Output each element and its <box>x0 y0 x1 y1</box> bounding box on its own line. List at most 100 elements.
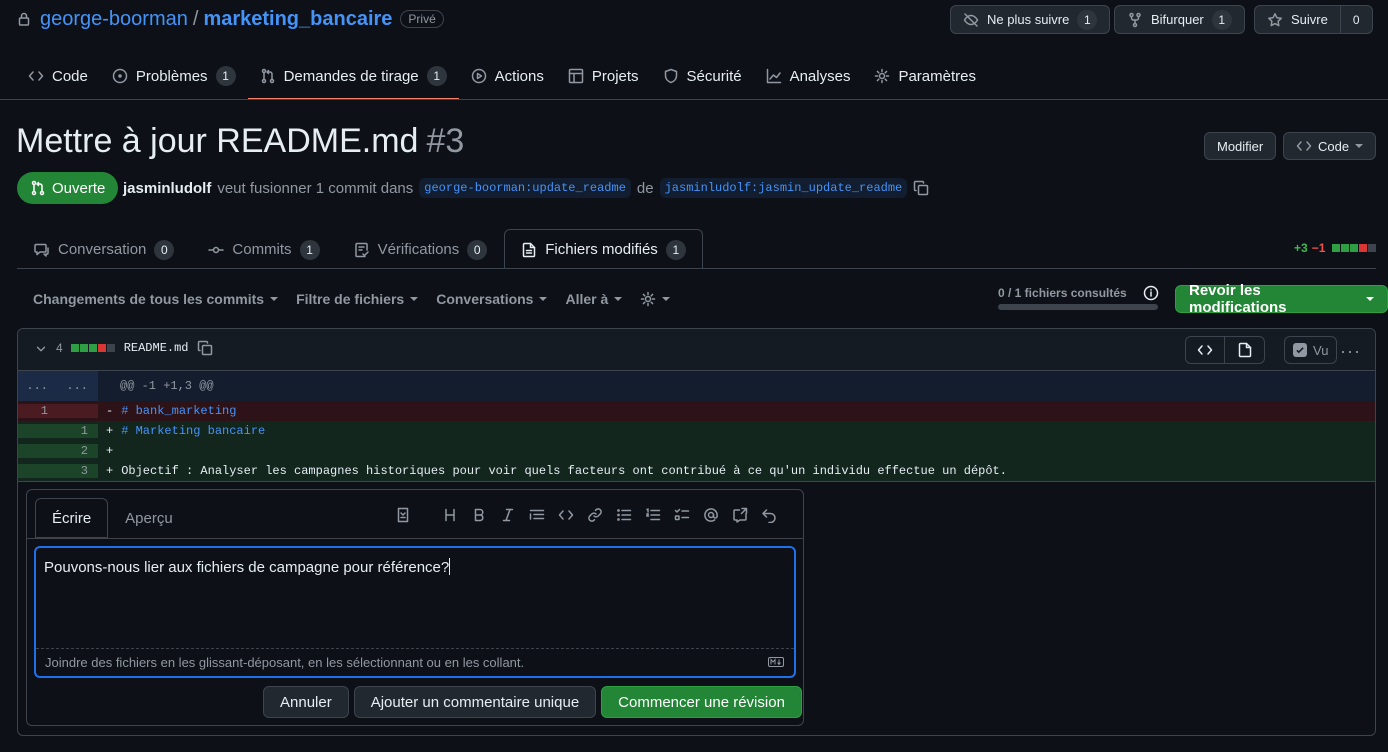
tab-files-changed-count: 1 <box>665 239 686 260</box>
tasklist-icon[interactable] <box>674 507 690 523</box>
status-badge: Ouverte <box>17 172 119 204</box>
bold-icon[interactable] <box>471 507 487 523</box>
italic-icon[interactable] <box>500 507 516 523</box>
markdown-icon[interactable] <box>768 657 784 667</box>
comment-text[interactable]: Pouvons-nous lier aux fichiers de campag… <box>44 558 784 576</box>
ordered-list-icon[interactable] <box>645 507 661 523</box>
head-branch[interactable]: jasminludolf:jasmin_update_readme <box>659 178 908 198</box>
tabs-divider <box>17 268 1376 269</box>
code-dropdown-button[interactable]: Code <box>1283 132 1377 160</box>
commits-filter-dropdown[interactable]: Changements de tous les commits <box>24 291 287 307</box>
comment-textarea[interactable]: Pouvons-nous lier aux fichiers de campag… <box>34 546 796 678</box>
chevron-down-icon <box>270 297 279 301</box>
unwatch-label: Ne plus suivre <box>987 12 1070 27</box>
tab-conversation-count: 0 <box>154 239 175 260</box>
repo-name-link[interactable]: marketing_bancaire <box>203 8 392 31</box>
copy-icon[interactable] <box>197 340 213 356</box>
jump-to-label: Aller à <box>565 291 609 307</box>
review-changes-button[interactable]: Revoir les modifications <box>1175 282 1388 316</box>
nav-pull-requests[interactable]: Demandes de tirage 1 <box>247 52 459 100</box>
files-viewed-count: 0 / 1 fichiers consultés <box>998 286 1127 300</box>
view-source-button[interactable] <box>1185 336 1225 364</box>
start-review-button[interactable]: Commencer une révision <box>601 686 802 718</box>
nav-actions-label: Actions <box>494 67 544 85</box>
tab-files-changed[interactable]: Fichiers modifiés 1 <box>504 229 703 269</box>
tab-checks[interactable]: Vérifications 0 <box>337 229 505 269</box>
view-rich-button[interactable] <box>1225 336 1265 364</box>
hunk-expander[interactable]: ... ... <box>18 371 98 401</box>
new-line-number[interactable]: 1 <box>58 424 98 438</box>
gear-icon <box>641 291 656 307</box>
nav-issues[interactable]: Problèmes 1 <box>100 52 248 100</box>
old-line-number[interactable]: 1 <box>18 404 58 418</box>
attach-files-bar[interactable]: Joindre des fichiers en les glissant-dép… <box>36 648 794 676</box>
new-line-number[interactable]: 3 <box>58 464 98 478</box>
hunk-right: ... <box>66 379 88 393</box>
diff-settings-dropdown[interactable] <box>631 291 679 307</box>
cross-reference-icon[interactable] <box>732 507 748 523</box>
cancel-button[interactable]: Annuler <box>263 686 349 718</box>
check-icon <box>1296 347 1304 354</box>
info-icon[interactable] <box>1143 285 1159 301</box>
copy-icon[interactable] <box>913 180 929 196</box>
tab-write[interactable]: Écrire <box>35 498 109 538</box>
eye-closed-icon <box>963 12 979 27</box>
repo-owner-link[interactable]: george-boorman <box>40 8 188 31</box>
nav-security[interactable]: Sécurité <box>651 52 754 100</box>
unwatch-button[interactable]: Ne plus suivre 1 <box>950 5 1111 34</box>
tab-conversation[interactable]: Conversation 0 <box>17 229 191 269</box>
add-single-comment-button[interactable]: Ajouter un commentaire unique <box>353 686 597 718</box>
nav-insights[interactable]: Analyses <box>754 52 863 100</box>
base-branch[interactable]: george-boorman:update_readme <box>419 178 631 198</box>
diff-end-divider <box>18 481 1375 482</box>
files-viewed-progress <box>998 304 1158 310</box>
jump-to-dropdown[interactable]: Aller à <box>556 291 631 307</box>
star-button[interactable]: Suivre 0 <box>1254 5 1373 34</box>
nav-settings[interactable]: Paramètres <box>862 52 988 100</box>
old-line-number[interactable] <box>18 424 58 438</box>
link-icon[interactable] <box>587 507 603 523</box>
heading-icon[interactable] <box>442 507 458 523</box>
file-name[interactable]: README.md <box>124 341 189 355</box>
deletions-count: −1 <box>1311 241 1326 255</box>
fork-button[interactable]: Bifurquer 1 <box>1114 5 1245 34</box>
nav-code[interactable]: Code <box>16 52 100 100</box>
diffstat-square <box>79 344 88 352</box>
mention-icon[interactable] <box>703 507 719 523</box>
author-link[interactable]: jasminludolf <box>123 180 211 197</box>
nav-projects[interactable]: Projets <box>556 52 651 100</box>
watch-count: 1 <box>1077 9 1098 30</box>
file-diffstat-bar <box>70 344 116 352</box>
commit-icon <box>208 246 225 253</box>
chevron-down-icon[interactable] <box>34 342 48 356</box>
conversations-dropdown[interactable]: Conversations <box>427 291 556 307</box>
suggestion-icon[interactable] <box>395 507 411 523</box>
comment-body: Pouvons-nous lier aux fichiers de campag… <box>44 559 450 576</box>
new-line-number[interactable] <box>58 404 98 418</box>
graph-icon <box>766 68 781 84</box>
hunk-text: @@ -1 +1,3 @@ <box>120 379 214 393</box>
nav-divider <box>0 99 1388 100</box>
tab-commits[interactable]: Commits 1 <box>191 229 336 269</box>
star-count[interactable]: 0 <box>1339 6 1372 33</box>
play-icon <box>471 68 486 84</box>
file-filter-dropdown[interactable]: Filtre de fichiers <box>287 291 427 307</box>
review-changes-label: Revoir les modifications <box>1189 282 1287 316</box>
viewed-checkbox[interactable]: Vu <box>1284 336 1338 364</box>
undo-icon[interactable] <box>761 507 777 523</box>
old-line-number[interactable] <box>18 464 58 478</box>
edit-title-button[interactable]: Modifier <box>1204 132 1277 160</box>
editor-tabs-divider <box>27 538 803 539</box>
chevron-down-icon <box>539 297 548 301</box>
diff-line-added: 3 + Objectif : Analyser les campagnes hi… <box>18 461 1375 481</box>
kebab-menu-icon[interactable]: ··· <box>1340 341 1361 362</box>
diffstat-square <box>88 344 97 352</box>
code-icon[interactable] <box>558 507 574 523</box>
new-line-number[interactable]: 2 <box>58 444 98 458</box>
nav-actions[interactable]: Actions <box>459 52 556 100</box>
nav-pull-requests-count: 1 <box>426 66 447 86</box>
unordered-list-icon[interactable] <box>616 507 632 523</box>
tab-preview[interactable]: Aperçu <box>108 498 190 538</box>
old-line-number[interactable] <box>18 444 58 458</box>
quote-icon[interactable] <box>529 507 545 523</box>
